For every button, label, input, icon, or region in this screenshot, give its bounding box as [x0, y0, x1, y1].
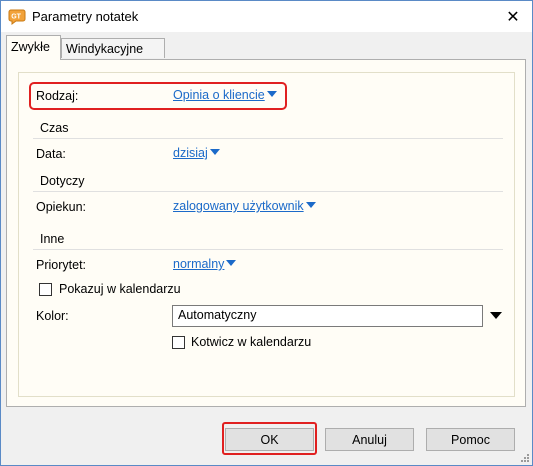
section-divider [33, 249, 503, 250]
pokazuj-checkbox[interactable] [39, 283, 52, 296]
tab-panel: Rodzaj: Opinia o kliencie Czas Data: dzi… [6, 59, 526, 407]
opiekun-dropdown[interactable]: zalogowany użytkownik [173, 199, 316, 213]
opiekun-value: zalogowany użytkownik [173, 199, 304, 213]
chevron-down-icon [266, 91, 277, 97]
kolor-value: Automatyczny [172, 305, 483, 327]
kolor-label: Kolor: [36, 309, 69, 323]
resize-grip-icon[interactable] [520, 453, 530, 463]
rodzaj-dropdown[interactable]: Opinia o kliencie [173, 88, 277, 102]
opiekun-label: Opiekun: [36, 200, 87, 214]
window-title: Parametry notatek [32, 9, 139, 24]
chevron-down-icon [226, 260, 237, 266]
section-inne: Inne [40, 232, 65, 246]
cancel-button[interactable]: Anuluj [325, 428, 414, 451]
help-button[interactable]: Pomoc [426, 428, 515, 451]
dialog-window: GT Parametry notatek ✕ Zwykłe Windykacyj… [0, 0, 533, 466]
tab-zwykle[interactable]: Zwykłe [6, 35, 61, 60]
chevron-down-icon [305, 202, 316, 208]
data-label: Data: [36, 147, 66, 161]
data-value: dzisiaj [173, 146, 208, 160]
app-logo-icon: GT [8, 9, 26, 25]
kolor-select[interactable]: Automatyczny [172, 305, 502, 328]
section-divider [33, 191, 503, 192]
priorytet-label: Priorytet: [36, 258, 87, 272]
tab-windykacyjne[interactable]: Windykacyjne [61, 38, 165, 58]
data-dropdown[interactable]: dzisiaj [173, 146, 220, 160]
close-icon: ✕ [506, 8, 520, 26]
dropdown-arrow-icon [490, 312, 502, 319]
kotwicz-checkbox[interactable] [172, 336, 185, 349]
section-czas: Czas [40, 121, 69, 135]
chevron-down-icon [209, 149, 220, 155]
svg-text:GT: GT [11, 14, 21, 21]
rodzaj-label: Rodzaj: [36, 89, 79, 103]
kotwicz-label: Kotwicz w kalendarzu [191, 335, 312, 349]
button-bar: OK Anuluj Pomoc [1, 409, 532, 465]
section-dotyczy: Dotyczy [40, 174, 85, 188]
title-bar: GT Parametry notatek ✕ [1, 1, 532, 32]
rodzaj-value: Opinia o kliencie [173, 88, 265, 102]
form-group: Rodzaj: Opinia o kliencie Czas Data: dzi… [18, 72, 515, 397]
priorytet-dropdown[interactable]: normalny [173, 257, 237, 271]
section-divider [33, 138, 503, 139]
priorytet-value: normalny [173, 257, 225, 271]
ok-button[interactable]: OK [225, 428, 314, 451]
pokazuj-label: Pokazuj w kalendarzu [59, 282, 181, 296]
close-button[interactable]: ✕ [498, 3, 528, 30]
